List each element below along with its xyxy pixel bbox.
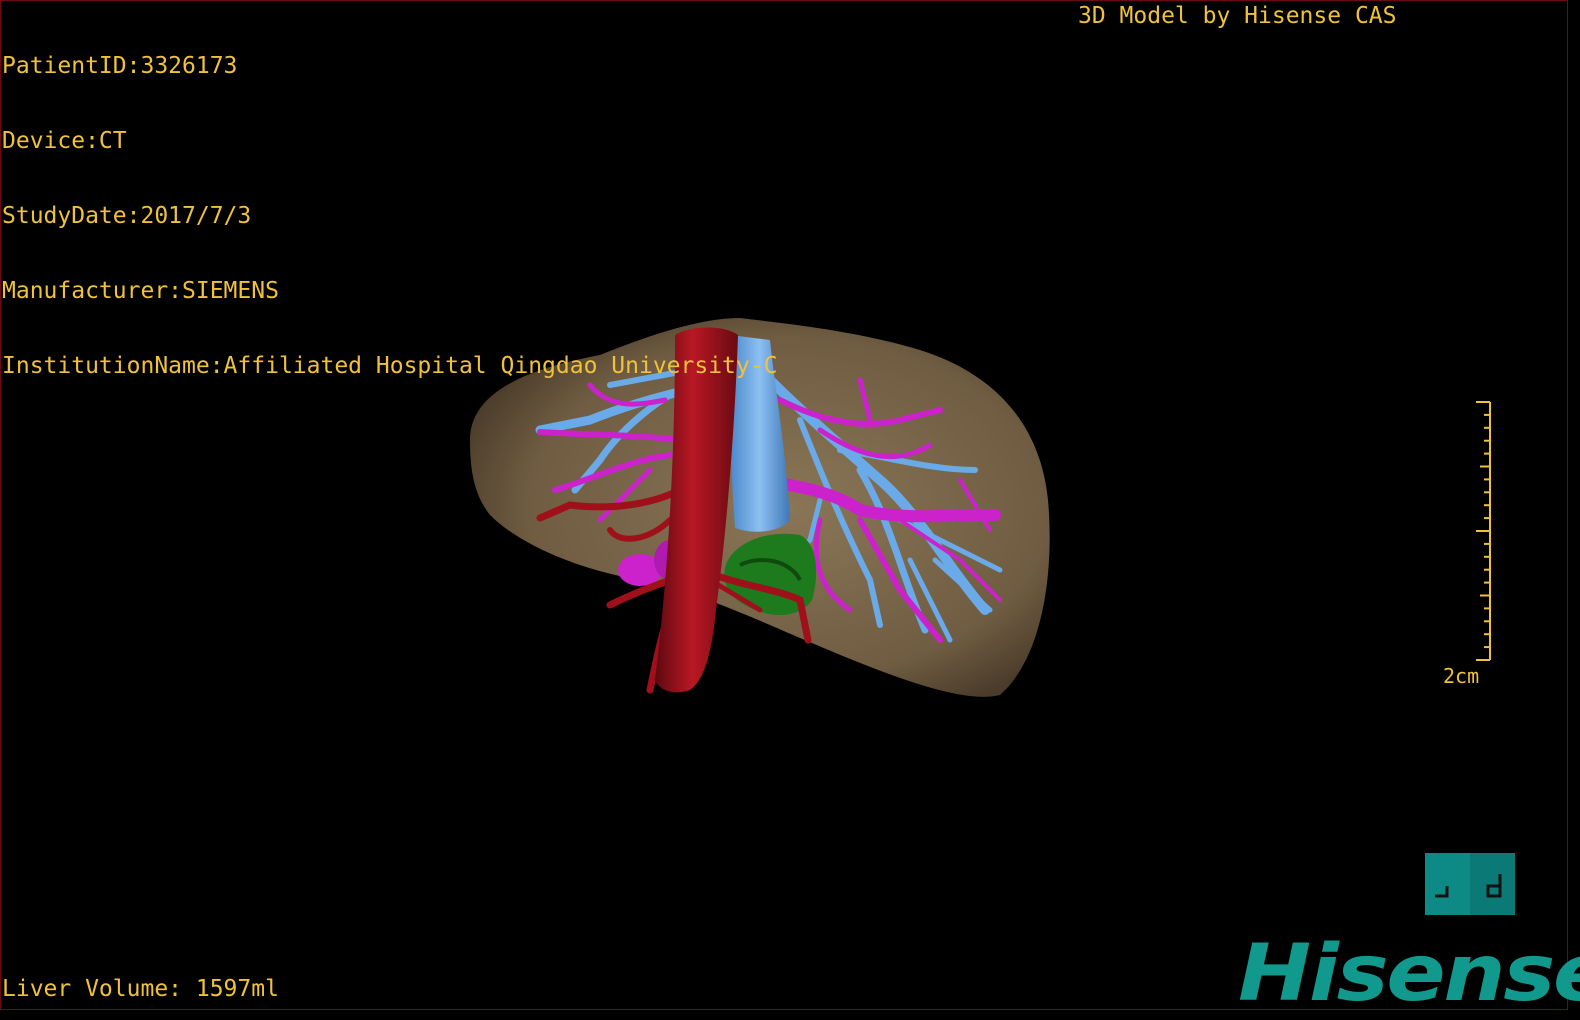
model-credit-text: 3D Model by Hisense CAS — [1078, 3, 1397, 29]
study-date-text: StudyDate:2017/7/3 — [2, 203, 252, 229]
scale-bar — [1476, 401, 1491, 661]
hisense-logo: Hisense — [1238, 929, 1580, 1019]
patient-id-text: PatientID:3326173 — [2, 53, 238, 79]
ld-view-toggle-icon — [1435, 874, 1502, 898]
ld-view-toggle-button[interactable] — [1425, 853, 1515, 915]
device-text: Device:CT — [2, 128, 127, 154]
patient-info-panel: PatientID:3326173 Device:CT StudyDate:20… — [2, 4, 777, 404]
liver-volume-text: Liver Volume: 1597ml — [2, 976, 279, 1002]
scale-bar-label: 2cm — [1443, 664, 1480, 688]
institution-name-text: InstitutionName:Affiliated Hospital Qing… — [2, 353, 778, 379]
manufacturer-text: Manufacturer:SIEMENS — [2, 278, 279, 304]
